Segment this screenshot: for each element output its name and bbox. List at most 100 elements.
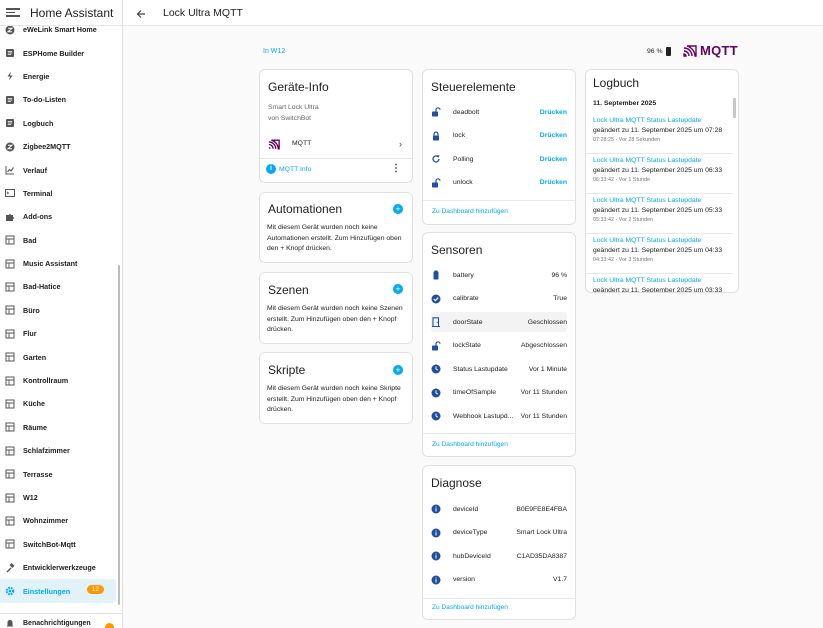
info-icon [431, 575, 441, 585]
controls-row-unlock[interactable]: unlock Drücken [431, 173, 567, 193]
integration-row[interactable]: MQTT › [260, 134, 412, 154]
sidebar-item-terminal[interactable]: Terminal [0, 182, 122, 205]
sensors-row-doorstate[interactable]: doorState Geschlossen [431, 312, 567, 332]
check-circle-icon [431, 294, 441, 304]
logbook-entry-time: 05:33:42 - Vor 2 Stunden [593, 217, 653, 223]
logbook-entry[interactable]: Lock Ultra MQTT Status Lastupdate geänder… [593, 277, 726, 292]
press-button[interactable]: Drücken [540, 109, 567, 116]
sidebar-badge: 12 [86, 585, 104, 595]
diagnostics-add-to-dashboard[interactable]: Zu Dashboard hinzufügen [432, 604, 508, 611]
diagnostics-row-devicetype[interactable]: deviceType Smart Lock Ultra [431, 523, 567, 543]
sidebar-item-energie[interactable]: Energie [0, 65, 122, 88]
logbook-entry[interactable]: Lock Ultra MQTT Status Lastupdate geänder… [593, 157, 726, 183]
logbook-entry-detail: geändert zu 11. September 2025 um 04:33 [593, 247, 723, 254]
clock-icon [431, 364, 441, 374]
sensors-row-webhook-lastupd[interactable]: Webhook Lastupd... Vor 11 Stunden [431, 406, 567, 426]
chevron-right-icon: › [399, 139, 402, 149]
sidebar-item-r-ume[interactable]: Räume [0, 416, 122, 439]
sidebar-item-label: Küche [23, 399, 45, 409]
sidebar-item-label: Zigbee2MQTT [23, 142, 71, 152]
logbook-entry-title[interactable]: Lock Ultra MQTT Status Lastupdate [593, 117, 726, 124]
sidebar-item-bad[interactable]: Bad [0, 229, 122, 252]
sidebar-item-label: Music Assistant [23, 259, 78, 269]
sidebar-item-label: Add-ons [23, 212, 53, 222]
sidebar-item-verlauf[interactable]: Verlauf [0, 158, 122, 181]
mqtt-info-link[interactable]: i MQTT Info [266, 164, 311, 174]
press-button[interactable]: Drücken [540, 132, 567, 139]
more-vert-icon[interactable]: ⋮ [391, 163, 401, 174]
battery-icon [431, 270, 441, 280]
entity-value: Geschlossen [527, 318, 567, 326]
entity-name: lockState [453, 342, 481, 349]
entity-value: C1AD35DA8387 [516, 552, 567, 560]
sidebar-item-entwicklerwerkzeuge[interactable]: Entwicklerwerkzeuge [0, 556, 122, 579]
sidebar-item-w12[interactable]: W12 [0, 486, 122, 509]
controls-row-deadbolt[interactable]: deadbolt Drücken [431, 102, 567, 122]
logbook-entry-title[interactable]: Lock Ultra MQTT Status Lastupdate [593, 237, 726, 244]
sensors-row-battery[interactable]: battery 96 % [431, 265, 567, 285]
sensors-row-lockstate[interactable]: lockState Abgeschlossen [431, 336, 567, 356]
add-scene-button[interactable]: + [393, 284, 403, 294]
sidebar-item-k-che[interactable]: Küche [0, 392, 122, 415]
sidebar-item-esphome-builder[interactable]: ESPHome Builder [0, 41, 122, 64]
logbook-entry[interactable]: Lock Ultra MQTT Status Lastupdate geänder… [593, 117, 726, 143]
sidebar-item-label: Büro [23, 305, 40, 315]
back-arrow-icon[interactable] [135, 7, 147, 19]
sidebar-item-wohnzimmer[interactable]: Wohnzimmer [0, 509, 122, 532]
sidebar-item-garten[interactable]: Garten [0, 345, 122, 368]
logbook-entry[interactable]: Lock Ultra MQTT Status Lastupdate geänder… [593, 197, 726, 223]
sidebar-item-schlafzimmer[interactable]: Schlafzimmer [0, 439, 122, 462]
sensors-row-timeofsample[interactable]: timeOfSample Vor 11 Stunden [431, 383, 567, 403]
sidebar-item-einstellungen[interactable]: Einstellungen 12 [0, 579, 116, 603]
automations-title: Automationen [268, 202, 343, 216]
dashboard-icon [5, 259, 15, 269]
sidebar-scrollbar[interactable] [118, 265, 120, 605]
diagnostics-row-hubdeviceid[interactable]: hubDeviceId C1AD35DA8387 [431, 546, 567, 566]
notifications-badge [105, 623, 114, 628]
logbook-entry-title[interactable]: Lock Ultra MQTT Status Lastupdate [593, 157, 726, 164]
add-script-button[interactable]: + [393, 365, 403, 375]
sensors-row-status-lastupdate[interactable]: Status Lastupdate Vor 1 Minute [431, 359, 567, 379]
entity-value: Abgeschlossen [520, 342, 567, 349]
sidebar-item-add-ons[interactable]: Add-ons [0, 205, 122, 228]
logbook-entry[interactable]: Lock Ultra MQTT Status Lastupdate geänder… [593, 237, 726, 263]
sidebar-item-terrasse[interactable]: Terrasse [0, 462, 122, 485]
entity-name: unlock [453, 179, 473, 186]
sensors-row-calibrate[interactable]: calibrate True [431, 289, 567, 309]
logbook-scrollbar[interactable] [733, 98, 736, 118]
entity-value: True [553, 295, 567, 302]
mqtt-integration-icon [268, 139, 280, 149]
press-button[interactable]: Drücken [540, 156, 567, 163]
scripts-card: Skripte + Mit diesem Gerät wurden noch k… [259, 352, 413, 424]
sidebar-item-bad-hatice[interactable]: Bad-Hatice [0, 275, 122, 298]
logbook-entry-title[interactable]: Lock Ultra MQTT Status Lastupdate [593, 277, 726, 284]
sidebar-item-logbuch[interactable]: Logbuch [0, 112, 122, 135]
door-icon [431, 317, 441, 327]
controls-add-to-dashboard[interactable]: Zu Dashboard hinzufügen [432, 208, 508, 215]
entity-value: 96 % [551, 271, 568, 279]
integration-name: MQTT [292, 139, 312, 147]
controls-row-polling[interactable]: Polling Drücken [431, 149, 567, 169]
logbook-entry-title[interactable]: Lock Ultra MQTT Status Lastupdate [593, 197, 726, 204]
sidebar-item-flur[interactable]: Flur [0, 322, 122, 345]
sidebar-item-switchbot-mqtt[interactable]: SwitchBot-Mqtt [0, 533, 122, 556]
sidebar-item-label: Terrasse [23, 469, 53, 479]
add-automation-button[interactable]: + [393, 204, 403, 214]
diagnostics-row-version[interactable]: version V1.7 [431, 570, 567, 590]
sidebar-item-to-do-listen[interactable]: To-do-Listen [0, 88, 122, 111]
controls-row-lock[interactable]: lock Drücken [431, 126, 567, 146]
sidebar-item-b-ro[interactable]: Büro [0, 299, 122, 322]
scenes-text: Mit diesem Gerät wurden noch keine Szene… [267, 305, 403, 333]
sensors-add-to-dashboard[interactable]: Zu Dashboard hinzufügen [432, 441, 508, 448]
area-link[interactable]: In W12 [263, 48, 285, 55]
entity-name: timeOfSample [453, 389, 497, 396]
logbook-entry-time: 04:33:42 - Vor 3 Stunden [593, 257, 653, 263]
sidebar-notifications[interactable]: Benachrichtigungen [0, 613, 122, 628]
menu-icon[interactable] [6, 8, 20, 17]
sidebar-item-label: W12 [23, 493, 38, 502]
press-button[interactable]: Drücken [540, 179, 567, 186]
diagnostics-row-deviceid[interactable]: deviceId B0E9FE8E4FBA [431, 499, 567, 519]
sidebar-item-zigbee2mqtt[interactable]: Zigbee2MQTT [0, 135, 122, 158]
sidebar-item-music-assistant[interactable]: Music Assistant [0, 252, 122, 275]
sidebar-item-kontrollraum[interactable]: Kontrollraum [0, 369, 122, 392]
